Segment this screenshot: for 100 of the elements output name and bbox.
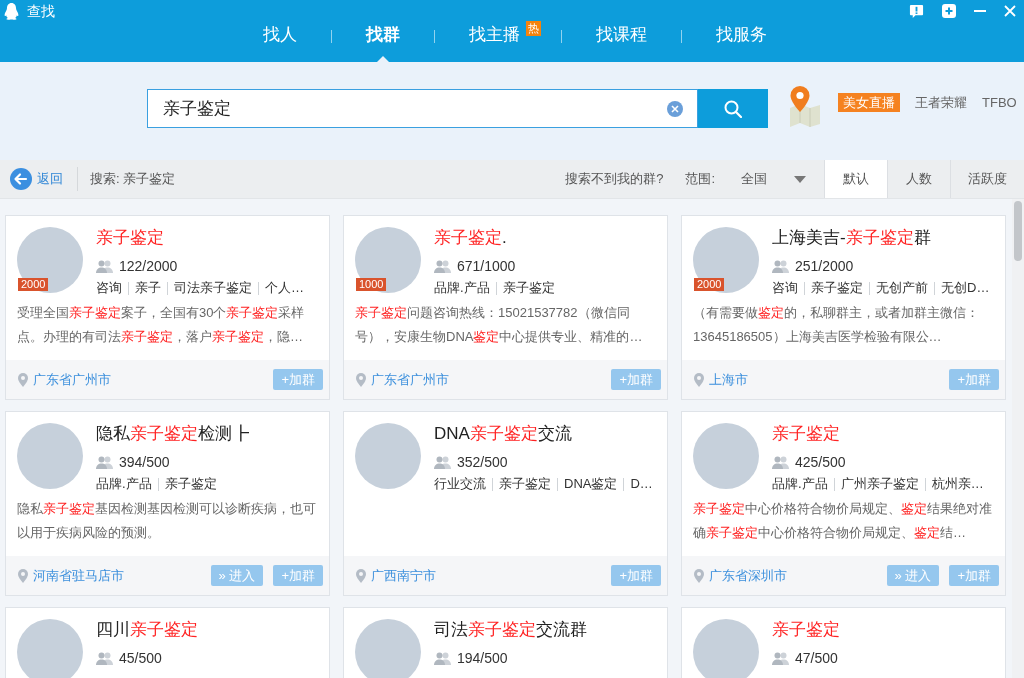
avatar-placeholder (693, 619, 759, 678)
people-icon (96, 651, 113, 665)
avatar-placeholder (17, 619, 83, 678)
group-card[interactable]: 隐私亲子鉴定检测┣ 394/500 品牌.产品 亲子鉴定 隐私亲子鉴定基因检测基因检测可以诊断疾病，也可以用于疾病风险的预测。 河南省驻马店市 » 进入 +加群 (5, 411, 330, 596)
not-found-link[interactable]: 搜索不到我的群? (565, 160, 664, 198)
location-text: 广东省广州市 (371, 370, 449, 389)
member-count: 251/2000 (795, 256, 854, 276)
sort-tab[interactable]: 默认 (824, 160, 887, 198)
group-card[interactable]: 2000 上海美吉-亲子鉴定群 251/2000 咨询 亲子鉴定 无创产前 无创D… （有需要做鉴定的，私聊群主，或者加群主微信：13645186505）上海美吉医学检验有限公… 上海市 +加群 (681, 215, 1006, 400)
group-tag: 品牌.产品 (772, 474, 828, 494)
group-name[interactable]: 亲子鉴定. (434, 226, 658, 250)
location-pin-icon (694, 568, 704, 583)
group-tag: 个人… (265, 278, 304, 298)
member-count: 352/500 (457, 452, 508, 472)
search-field[interactable]: 亲子鉴定 (147, 89, 698, 128)
group-description: 亲子鉴定问题咨询热线：15021537782（微信同号），安康生物DNA鉴定中心提供专业、精准的… (355, 304, 644, 346)
group-description: 亲子鉴定中心价格符合物价局规定、鉴定结果绝对准确亲子鉴定中心价格符合物价局规定、鉴定结… (693, 500, 993, 542)
search-query-text: 搜索: 亲子鉴定 (90, 170, 176, 189)
people-icon (434, 455, 451, 469)
group-tag: 无创D… (941, 278, 990, 298)
caret-down-icon (794, 175, 806, 183)
group-tag: 亲子鉴定 (502, 278, 555, 298)
member-count: 394/500 (119, 452, 170, 472)
people-icon (772, 455, 789, 469)
people-icon (96, 455, 113, 469)
member-count: 45/500 (119, 648, 162, 668)
close-icon[interactable] (1004, 5, 1016, 17)
group-tag: 亲子鉴定 (164, 474, 217, 494)
group-tag: 亲子鉴定 (811, 278, 863, 298)
group-card[interactable]: 亲子鉴定 47/500 (681, 607, 1006, 678)
hot-badge: 热 (526, 21, 541, 36)
group-name[interactable]: 亲子鉴定 (772, 422, 996, 446)
hot-search-link[interactable]: TFBO (982, 93, 1017, 112)
member-limit-badge: 2000 (18, 278, 49, 291)
location-text: 河南省驻马店市 (33, 566, 124, 585)
group-name[interactable]: 隐私亲子鉴定检测┣ (96, 422, 320, 446)
group-description: （有需要做鉴定的，私聊群主，或者加群主微信：13645186505）上海美吉医学检验有限公… (693, 304, 980, 346)
people-icon (96, 259, 113, 273)
location-pin-icon (18, 372, 28, 387)
group-card[interactable]: 1000 亲子鉴定. 671/1000 品牌.产品 亲子鉴定 亲子鉴定问题咨询热线：15021537782（微信同号），安康生物DNA鉴定中心提供专业、精准的… 广东省广州市 +加群 (343, 215, 668, 400)
penguin-icon (3, 1, 20, 21)
group-tag: 品牌.产品 (96, 474, 152, 494)
sort-tab[interactable]: 人数 (887, 160, 950, 198)
location-text: 广东省广州市 (33, 370, 111, 389)
group-tag: 行业交流 (434, 474, 486, 494)
speech-bubble-icon[interactable] (909, 3, 924, 19)
member-limit-badge: 1000 (356, 278, 387, 291)
location-pin-icon (356, 372, 366, 387)
group-name[interactable]: 上海美吉-亲子鉴定群 (772, 226, 996, 250)
hot-search-link[interactable]: 王者荣耀 (915, 93, 967, 112)
clear-icon[interactable] (667, 101, 683, 117)
group-description: 受理全国亲子鉴定案子，全国有30个亲子鉴定采样点。办理的有司法亲子鉴定，落户亲子鉴定，隐… (17, 304, 306, 346)
people-icon (772, 651, 789, 665)
group-card[interactable]: 2000 亲子鉴定 122/2000 咨询 亲子 司法亲子鉴定 个人… 受理全国亲子鉴定案子，全国有30个亲子鉴定采样点。办理的有司法亲子鉴定，落户亲子鉴定，隐… 广东省广州市 +加群 (5, 215, 330, 400)
scope-label: 范围: (685, 170, 715, 189)
location-text: 广东省深圳市 (709, 566, 787, 585)
group-tag: 杭州亲… (931, 474, 984, 494)
group-tag: DNA鉴定 (564, 474, 618, 494)
member-count: 194/500 (457, 648, 508, 668)
group-card[interactable]: 亲子鉴定 425/500 品牌.产品 广州亲子鉴定 杭州亲… 亲子鉴定中心价格符合物价局规定、鉴定结果绝对准确亲子鉴定中心价格符合物价局规定、鉴定结… 广东省深圳市 » 进入 +加群 (681, 411, 1006, 596)
member-count: 122/2000 (119, 256, 178, 276)
plus-box-icon[interactable] (942, 4, 956, 18)
group-tag: 广州亲子鉴定 (840, 474, 919, 494)
avatar-placeholder (355, 619, 421, 678)
group-card[interactable]: DNA亲子鉴定交流 352/500 行业交流 亲子鉴定 DNA鉴定 D… 广西南宁市 +加群 (343, 411, 668, 596)
group-tag: 品牌.产品 (434, 278, 490, 298)
member-count: 425/500 (795, 452, 846, 472)
people-icon (434, 259, 451, 273)
group-name[interactable]: 亲子鉴定 (96, 226, 320, 250)
member-count: 671/1000 (457, 256, 516, 276)
group-tag: 司法亲子鉴定 (174, 278, 252, 298)
window-title: 查找 (27, 2, 55, 20)
group-card[interactable]: 四川亲子鉴定 45/500 (5, 607, 330, 678)
group-name[interactable]: 司法亲子鉴定交流群 (434, 618, 658, 642)
member-count: 47/500 (795, 648, 838, 668)
people-icon (772, 259, 789, 273)
group-tag: 亲子 (135, 278, 161, 298)
group-name[interactable]: 亲子鉴定 (772, 618, 996, 642)
group-tag: 咨询 (96, 278, 122, 298)
group-tag: 咨询 (772, 278, 798, 298)
location-pin-icon (694, 372, 704, 387)
location-pin-icon (356, 568, 366, 583)
people-icon (434, 651, 451, 665)
search-button[interactable] (698, 89, 768, 128)
group-tag: 无创产前 (876, 278, 928, 298)
search-icon (724, 99, 742, 118)
group-card[interactable]: 司法亲子鉴定交流群 194/500 (343, 607, 668, 678)
group-tag: 亲子鉴定 (499, 474, 551, 494)
group-description: 隐私亲子鉴定基因检测基因检测可以诊断疾病，也可以用于疾病风险的预测。 (17, 500, 317, 542)
member-limit-badge: 2000 (694, 278, 725, 291)
group-name[interactable]: 四川亲子鉴定 (96, 618, 320, 642)
back-button[interactable]: 返回 (0, 160, 77, 198)
sort-tab[interactable]: 活跃度 (950, 160, 1024, 198)
group-name[interactable]: DNA亲子鉴定交流 (434, 422, 658, 446)
location-text: 上海市 (709, 370, 748, 389)
scope-dropdown[interactable]: 全国 (715, 160, 824, 198)
scrollbar-thumb[interactable] (1014, 201, 1022, 261)
group-tag: D… (630, 474, 653, 494)
location-pin-icon (18, 568, 28, 583)
location-text: 广西南宁市 (371, 566, 436, 585)
